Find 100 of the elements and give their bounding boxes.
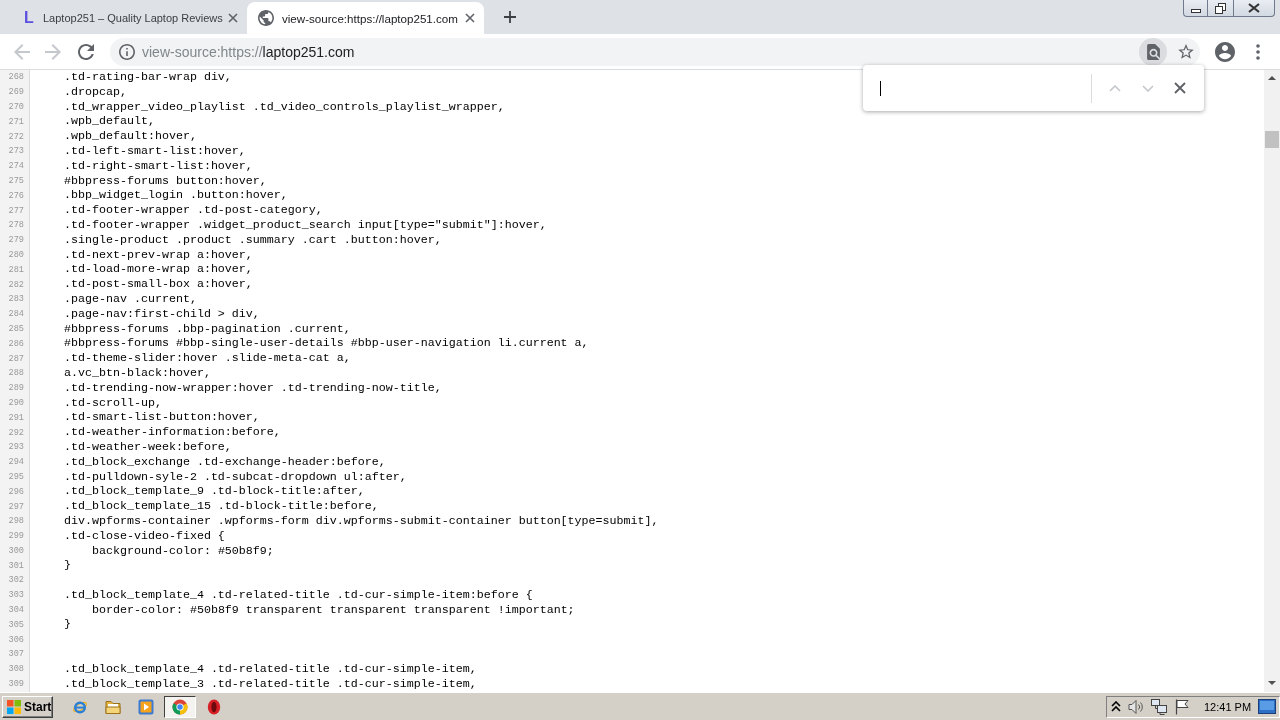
browser-tab[interactable]: L Laptop251 – Quality Laptop Reviews (10, 2, 247, 34)
line-number: 277 (8, 205, 24, 216)
line-number: 282 (8, 279, 24, 290)
code-line: div.wpforms-container .wpforms-form div.wpforms-submit-container button[type=submit], (64, 513, 659, 528)
windows-flag-icon (6, 698, 22, 715)
code-line: .single-product .product .summary .cart .button:hover, (64, 232, 442, 247)
close-icon[interactable] (1174, 82, 1186, 94)
code-line: } (64, 558, 71, 573)
close-icon (1248, 3, 1260, 13)
close-icon[interactable] (465, 13, 475, 23)
network-icon[interactable] (1151, 698, 1167, 715)
minimize-icon (1190, 9, 1201, 13)
code-line: .td-left-smart-list:hover, (64, 144, 246, 158)
code-line: border-color: #50b8f9 transparent transparent transparent !important; (91, 602, 575, 617)
line-number: 305 (8, 619, 24, 630)
reload-icon[interactable] (78, 43, 94, 60)
account-icon[interactable] (1215, 41, 1235, 62)
code-line: .dropcap, (64, 84, 127, 99)
line-number: 278 (8, 220, 24, 231)
close-window-button[interactable] (1234, 0, 1275, 17)
code-line: .td-footer-wrapper .widget_product_search input[type="submit"]:hover, (64, 217, 547, 232)
line-number: 276 (8, 190, 24, 201)
code-line: .td-trending-now-wrapper:hover .td-trending-now-title, (64, 380, 442, 395)
star-icon[interactable] (1178, 44, 1194, 59)
line-number: 300 (8, 545, 24, 556)
text-cursor-icon (880, 80, 881, 96)
desktop-icon[interactable] (1258, 699, 1276, 714)
double-caret-up-icon[interactable] (1111, 701, 1121, 712)
code-line: .wpb_default:hover, (64, 129, 197, 144)
line-number: 274 (8, 161, 24, 172)
plus-icon[interactable] (504, 11, 516, 23)
line-number: 295 (8, 471, 24, 482)
code-line: #bbpress-forums .bbp-pagination .current, (64, 321, 351, 336)
line-number: 291 (8, 412, 24, 423)
code-line: } (64, 617, 71, 632)
line-number: 270 (8, 102, 24, 112)
code-line: .td_block_template_9 .td-block-title:after, (64, 484, 365, 499)
code-line: .td_block_template_3 .td-related-title .td-cur-simple-item, (64, 676, 477, 691)
scroll-down-arrow-icon[interactable] (1268, 681, 1276, 685)
line-number: 301 (8, 560, 24, 571)
code-line: .page-nav .current, (64, 291, 197, 306)
info-icon[interactable] (119, 43, 135, 60)
folder-icon (105, 698, 121, 715)
code-line: .td-weather-week:before, (64, 439, 232, 454)
browser-tab[interactable]: view-source:https://laptop251.com (247, 2, 484, 34)
play-icon (138, 698, 154, 715)
menu-icon[interactable] (1256, 43, 1260, 60)
address-field[interactable]: view-source:https://laptop251.com (110, 37, 1200, 66)
close-icon[interactable] (228, 13, 238, 23)
line-number: 302 (8, 575, 24, 586)
line-number: 290 (8, 397, 24, 408)
line-number: 299 (8, 531, 24, 542)
speaker-icon[interactable] (1128, 698, 1144, 715)
line-number: 294 (8, 457, 24, 468)
flag-icon[interactable] (1174, 698, 1190, 715)
clock-time[interactable]: 12:41 PM (1204, 700, 1252, 713)
code-line: .td-weather-information:before, (64, 425, 281, 440)
globe-icon (258, 10, 274, 26)
line-number: 308 (8, 664, 24, 675)
line-number: 284 (8, 309, 24, 320)
line-number: 306 (8, 634, 24, 645)
code-line: .td-smart-list-button:hover, (64, 410, 260, 425)
ring-logo-icon (172, 698, 188, 715)
vertical-scrollbar[interactable] (1264, 70, 1280, 692)
document-search-icon (1146, 43, 1160, 60)
taskbar-button[interactable] (164, 695, 196, 718)
restore-icon (1215, 2, 1226, 14)
code-line: #bbpress-forums #bbp-single-user-details #bbp-user-navigation li.current a, (64, 336, 589, 351)
line-number: 289 (8, 383, 24, 394)
code-line: .td_block_template_4 .td-related-title .td-cur-simple-item:before { (64, 587, 533, 602)
logo-letter: L (23, 10, 35, 26)
line-number: 273 (8, 146, 24, 157)
code-line: .td_wrapper_video_playlist .td_video_controls_playlist_wrapper, (64, 99, 505, 114)
line-number: 297 (8, 501, 24, 512)
line-number: 307 (8, 649, 24, 660)
start-button[interactable]: Start (2, 695, 53, 718)
line-number: 280 (8, 249, 24, 260)
find-in-page-button[interactable] (1139, 37, 1167, 66)
minimize-button[interactable] (1183, 0, 1208, 17)
code-line: #bbpress-forums button:hover, (64, 173, 267, 188)
restore-button[interactable] (1208, 0, 1234, 17)
code-line: .td-close-video-fixed { (64, 528, 225, 543)
code-line: .td-load-more-wrap a:hover, (64, 262, 253, 277)
code-line: a.vc_btn-black:hover, (64, 365, 211, 380)
line-number: 268 (8, 72, 24, 83)
code-line: .td-pulldown-syle-2 .td-subcat-dropdown ul:after, (64, 469, 407, 484)
line-number: 285 (8, 323, 24, 334)
o-logo-icon (206, 698, 222, 715)
code-line: .td-theme-slider:hover .slide-meta-cat a, (64, 351, 351, 366)
line-number: 279 (8, 235, 24, 246)
line-number: 275 (8, 175, 24, 186)
line-number: 288 (8, 368, 24, 379)
code-line: .td-post-small-box a:hover, (64, 277, 253, 292)
scroll-up-arrow-icon[interactable] (1268, 76, 1276, 80)
line-number: 296 (8, 486, 24, 497)
line-number: 292 (8, 427, 24, 438)
code-line: .td-rating-bar-wrap div, (64, 70, 232, 84)
scrollbar-thumb[interactable] (1265, 131, 1279, 148)
code-line: .td-next-prev-wrap a:hover, (64, 247, 253, 262)
line-number: 293 (8, 442, 24, 453)
